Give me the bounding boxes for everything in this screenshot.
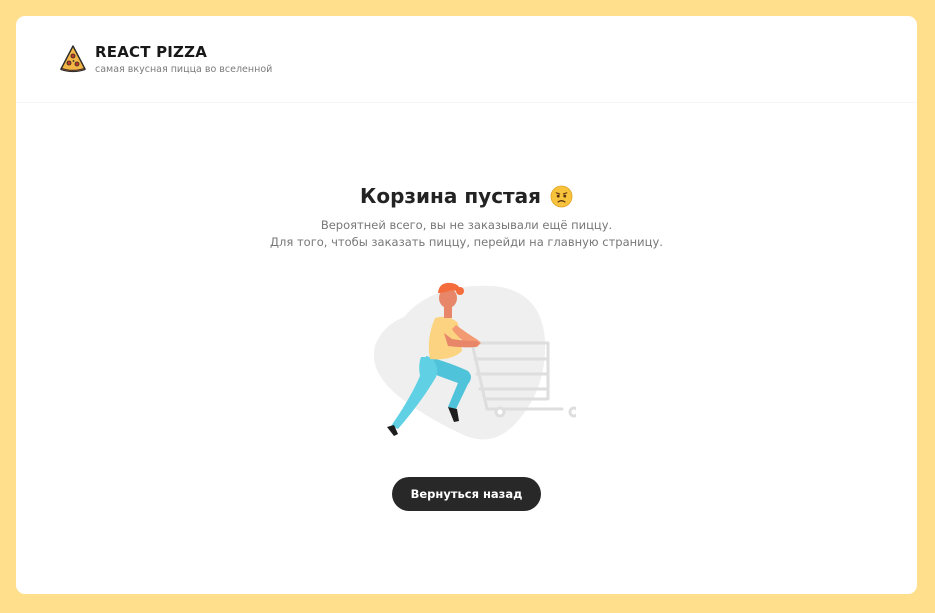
app-card: REACT PIZZA самая вкусная пицца во вселе… [16, 16, 917, 594]
brand-title: REACT PIZZA [95, 43, 208, 61]
empty-cart-line-2: Для того, чтобы заказать пиццу, перейди … [270, 235, 663, 249]
empty-cart-section: Корзина пустая Вероятней всего, вы не за… [16, 183, 917, 251]
empty-cart-title-text: Корзина пустая [360, 184, 541, 208]
logo-link[interactable]: REACT PIZZA самая вкусная пицца во вселе… [60, 43, 273, 76]
back-button[interactable]: Вернуться назад [392, 477, 541, 511]
header: REACT PIZZA самая вкусная пицца во вселе… [16, 16, 917, 103]
pizza-slice-icon [60, 45, 86, 73]
logo-text: REACT PIZZA самая вкусная пицца во вселе… [95, 43, 273, 76]
brand-subtitle: самая вкусная пицца во вселенной [95, 64, 273, 75]
sad-face-emoji-icon [550, 185, 573, 207]
empty-cart-illustration [373, 282, 576, 440]
empty-cart-title: Корзина пустая [360, 183, 573, 209]
empty-cart-description: Вероятней всего, вы не заказывали ещё пи… [16, 217, 917, 251]
empty-cart-line-1: Вероятней всего, вы не заказывали ещё пи… [320, 218, 613, 232]
